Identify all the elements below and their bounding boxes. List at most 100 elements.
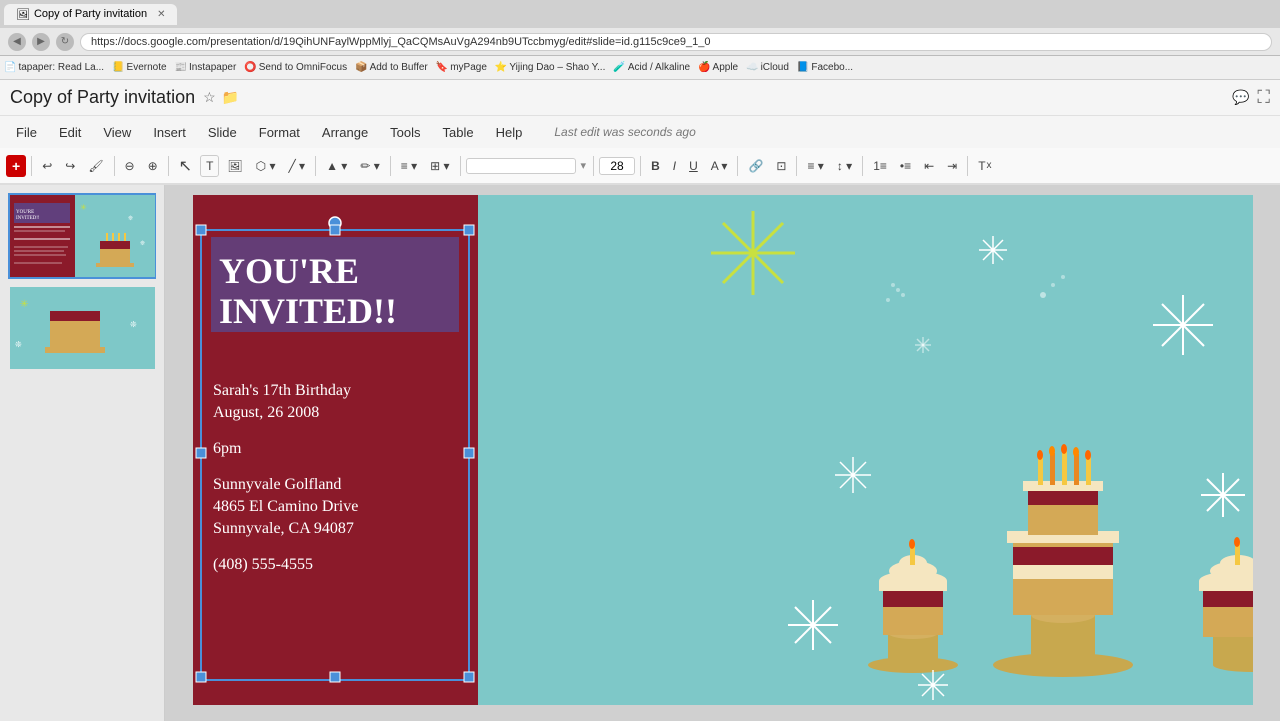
svg-text:❊: ❊ [128, 215, 133, 222]
tab-favicon: 🖼 [16, 8, 30, 21]
menu-help[interactable]: Help [486, 121, 533, 144]
list-format-button[interactable]: ≡ ▾ [396, 156, 422, 176]
folder-icon[interactable]: 📁 [222, 89, 239, 106]
slide-thumbnail-2[interactable]: ✳ ❊ ❊ [8, 285, 156, 371]
svg-text:✳: ✳ [20, 299, 28, 310]
line-tool[interactable]: ╱ ▾ [284, 156, 311, 176]
bookmarks-bar: 📄 tapaper: Read La... 📒 Evernote 📰 Insta… [0, 56, 1280, 80]
app-header: Copy of Party invitation ☆ 📁 💬 ⛶ File Ed… [0, 80, 1280, 185]
main-area: YOU'RE INVITED!! [0, 185, 1280, 721]
svg-text:❊: ❊ [130, 320, 137, 329]
bookmark-acid[interactable]: 🧪 Acid / Alkaline [613, 62, 690, 73]
doc-title: Copy of Party invitation [10, 87, 195, 108]
svg-text:❊: ❊ [15, 340, 22, 349]
paint-format-button[interactable]: 🖌 [83, 156, 108, 176]
indent-more-button[interactable]: ⇥ [942, 156, 962, 176]
indent-less-button[interactable]: ⇤ [919, 156, 939, 176]
svg-text:(408) 555-4555: (408) 555-4555 [213, 556, 313, 573]
redo-button[interactable]: ↪ [60, 156, 80, 176]
bookmark-instapaper[interactable]: 📰 Instapaper [175, 62, 237, 73]
crop-button[interactable]: ⊡ [771, 156, 791, 176]
bookmark-tapaper[interactable]: 📄 tapaper: Read La... [4, 62, 104, 73]
shape-tool[interactable]: ⬡ ▾ [251, 156, 281, 176]
last-edit-status: Last edit was seconds ago [554, 125, 695, 139]
toolbar-sep-4 [315, 156, 316, 176]
bookmark-yijing[interactable]: ⭐ Yijing Dao – Shao Y... [495, 62, 605, 73]
text-tool[interactable]: T [200, 155, 219, 177]
color-fill-tool[interactable]: ▲ ▾ [321, 156, 352, 176]
bookmark-omnifocus[interactable]: ⭕ Send to OmniFocus [244, 62, 347, 73]
pen-tool[interactable]: ✏ ▾ [355, 156, 384, 176]
fullscreen-icon[interactable]: ⛶ [1257, 87, 1270, 108]
active-tab[interactable]: 🖼 Copy of Party invitation ✕ [4, 4, 177, 25]
address-bar: ◀ ▶ ↻ https://docs.google.com/presentati… [0, 28, 1280, 56]
font-size-input[interactable]: 28 [599, 157, 635, 175]
canvas-area[interactable]: YOU'RE INVITED!! Sarah's 17th Birthday A… [165, 185, 1280, 721]
svg-text:INVITED!!: INVITED!! [219, 291, 397, 331]
toolbar-sep-8 [640, 156, 641, 176]
star-icon[interactable]: ☆ [203, 89, 216, 106]
clear-format-button[interactable]: Tx [973, 156, 996, 176]
toolbar-sep-11 [862, 156, 863, 176]
toolbar-sep-1 [31, 156, 32, 176]
add-button[interactable]: + [6, 155, 26, 177]
italic-button[interactable]: I [668, 156, 681, 176]
menu-tools[interactable]: Tools [380, 121, 430, 144]
link-button[interactable]: 🔗 [743, 156, 768, 176]
menu-edit[interactable]: Edit [49, 121, 91, 144]
menu-slide[interactable]: Slide [198, 121, 247, 144]
numbered-list-button[interactable]: 1≡ [868, 156, 892, 176]
toolbar-sep-3 [168, 156, 169, 176]
font-family-input[interactable] [466, 158, 576, 174]
svg-text:❊: ❊ [140, 240, 145, 247]
svg-text:6pm: 6pm [213, 440, 242, 457]
menu-table[interactable]: Table [433, 121, 484, 144]
underline-button[interactable]: U [684, 156, 703, 176]
bookmark-buffer[interactable]: 📦 Add to Buffer [355, 62, 428, 73]
toolbar-sep-6 [460, 156, 461, 176]
chat-icon[interactable]: 💬 [1232, 89, 1249, 106]
align-button[interactable]: ≡ ▾ [802, 156, 828, 176]
svg-text:Sarah's 17th Birthday: Sarah's 17th Birthday [213, 382, 351, 399]
bookmark-facebook[interactable]: 📘 Facebo... [797, 62, 853, 73]
bullet-list-button[interactable]: •≡ [895, 156, 916, 176]
menu-arrange[interactable]: Arrange [312, 121, 378, 144]
zoom-out-button[interactable]: ⊖ [120, 156, 140, 176]
tab-close-icon[interactable]: ✕ [157, 9, 165, 20]
bookmark-apple[interactable]: 🍎 Apple [698, 62, 738, 73]
back-button[interactable]: ◀ [8, 33, 26, 51]
text-color-button[interactable]: A ▾ [706, 156, 733, 176]
slide-svg: YOU'RE INVITED!! Sarah's 17th Birthday A… [193, 195, 1253, 705]
menu-file[interactable]: File [6, 121, 47, 144]
bookmark-evernote[interactable]: 📒 Evernote [112, 62, 166, 73]
image-tool[interactable]: 🖼 [222, 156, 247, 176]
refresh-button[interactable]: ↻ [56, 33, 74, 51]
svg-text:YOU'RE: YOU'RE [16, 210, 34, 215]
tab-title: Copy of Party invitation [34, 8, 147, 20]
toolbar-sep-10 [796, 156, 797, 176]
select-tool[interactable]: ↖ [174, 153, 197, 179]
table-insert-button[interactable]: ⊞ ▾ [425, 156, 454, 176]
menu-view[interactable]: View [93, 121, 141, 144]
toolbar-sep-9 [737, 156, 738, 176]
url-input[interactable]: https://docs.google.com/presentation/d/1… [80, 33, 1272, 51]
forward-button[interactable]: ▶ [32, 33, 50, 51]
menu-format[interactable]: Format [249, 121, 310, 144]
menu-insert[interactable]: Insert [143, 121, 196, 144]
menu-bar: File Edit View Insert Slide Format Arran… [0, 116, 1280, 148]
svg-text:Sunnyvale, CA 94087: Sunnyvale, CA 94087 [213, 520, 354, 537]
undo-button[interactable]: ↩ [37, 156, 57, 176]
line-spacing-button[interactable]: ↕ ▾ [832, 156, 857, 176]
bookmark-mypage[interactable]: 🔖 myPage [436, 62, 487, 73]
bold-button[interactable]: B [646, 156, 665, 176]
toolbar-sep-12 [967, 156, 968, 176]
slide-thumbnail-1[interactable]: YOU'RE INVITED!! [8, 193, 156, 279]
bookmark-icloud[interactable]: ☁️ iCloud [746, 62, 789, 73]
svg-text:4865 El Camino Drive: 4865 El Camino Drive [213, 498, 358, 515]
svg-text:✳: ✳ [80, 203, 87, 212]
svg-text:INVITED!!: INVITED!! [16, 216, 40, 221]
svg-text:August, 26 2008: August, 26 2008 [213, 404, 319, 421]
zoom-in-button[interactable]: ⊕ [143, 156, 163, 176]
toolbar-sep-2 [114, 156, 115, 176]
toolbar-sep-7 [593, 156, 594, 176]
